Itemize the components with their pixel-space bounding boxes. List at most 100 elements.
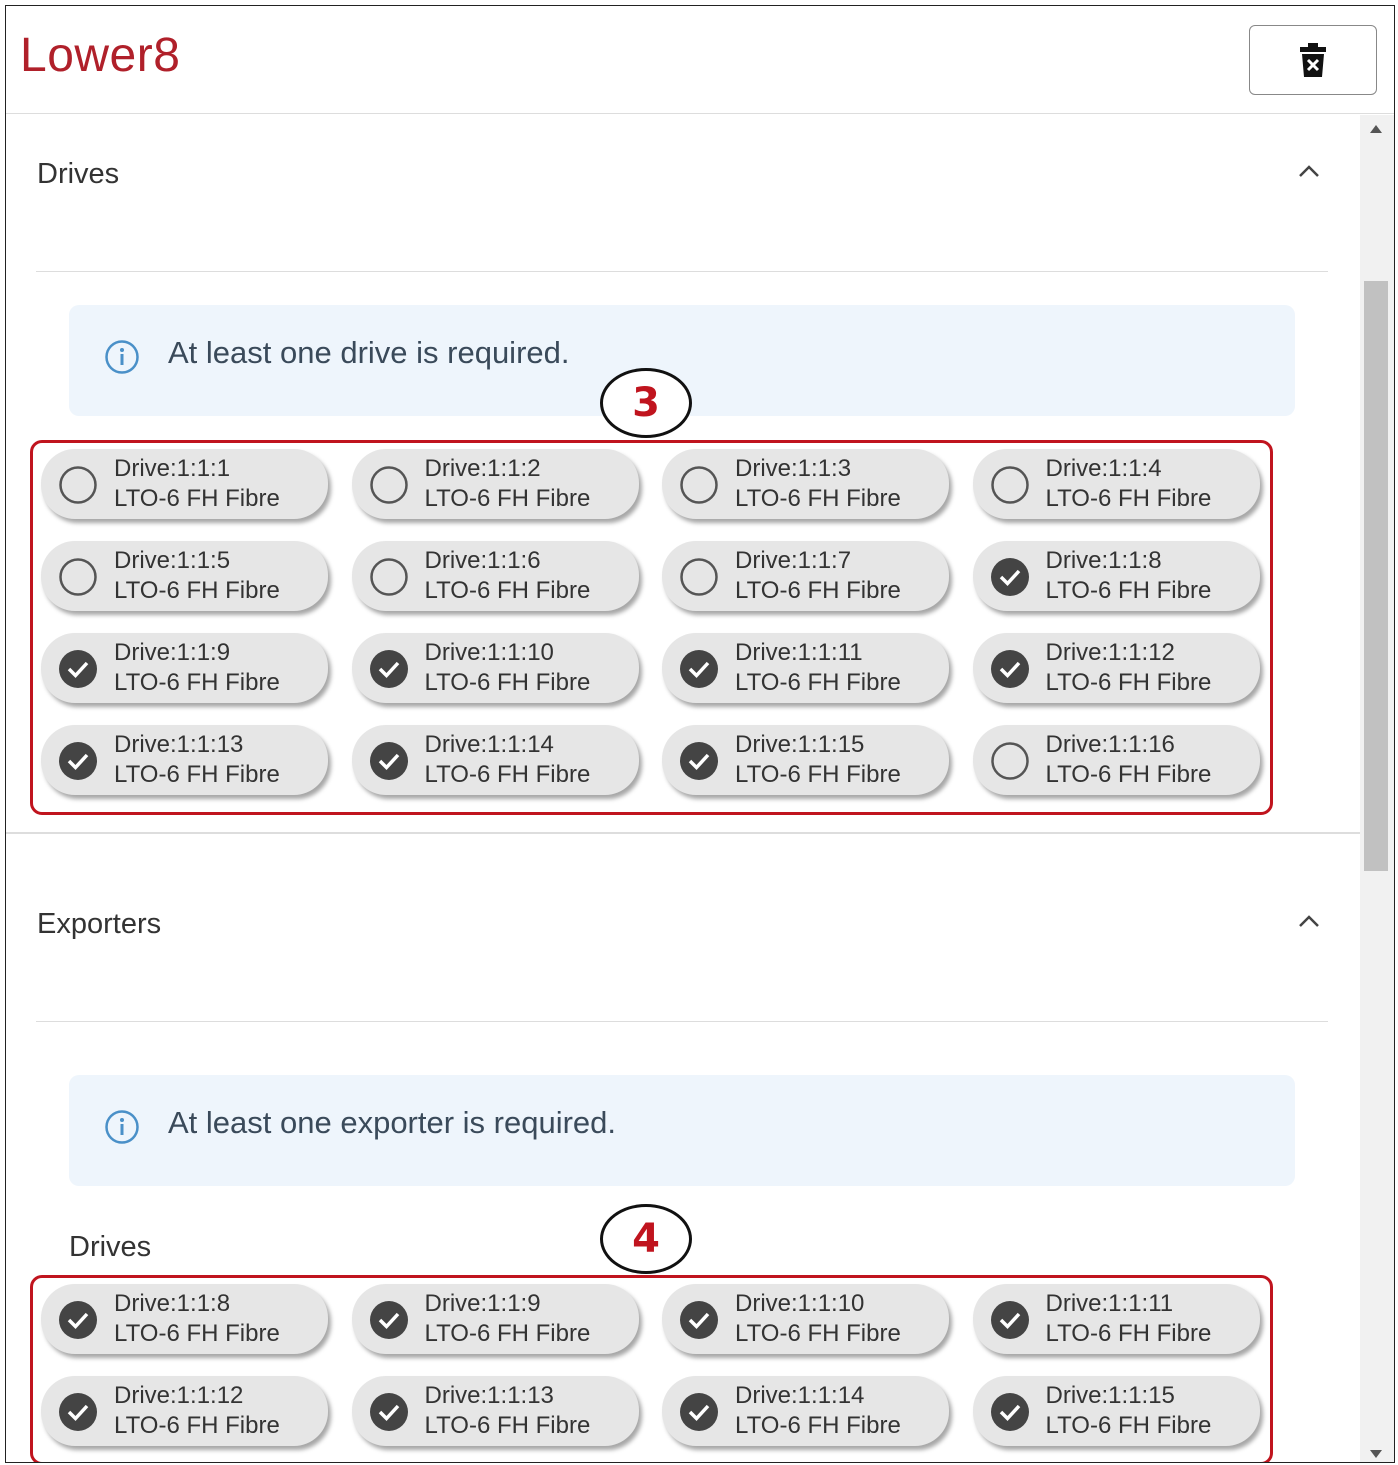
drive-type: LTO-6 FH Fibre <box>114 669 280 696</box>
drive-chip[interactable]: Drive:1:1:10 LTO-6 FH Fibre <box>351 633 639 703</box>
drive-type: LTO-6 FH Fibre <box>114 1320 280 1347</box>
drive-type: LTO-6 FH Fibre <box>424 761 591 788</box>
drive-chip[interactable]: Drive:1:1:6 LTO-6 FH Fibre <box>351 541 639 611</box>
drive-type: LTO-6 FH Fibre <box>1045 577 1212 604</box>
check-circle-icon <box>59 650 97 688</box>
drive-name: Drive:1:1:10 <box>735 1290 865 1317</box>
drive-chip[interactable]: Drive:1:1:15 LTO-6 FH Fibre <box>972 1376 1260 1446</box>
check-circle-icon <box>369 742 408 780</box>
drive-type: LTO-6 FH Fibre <box>735 761 901 788</box>
drive-chip[interactable]: Drive:1:1:11 LTO-6 FH Fibre <box>662 633 949 703</box>
chevron-up-icon[interactable] <box>1298 161 1320 183</box>
drive-chip[interactable]: Drive:1:1:1 LTO-6 FH Fibre <box>41 449 328 519</box>
empty-circle-icon <box>369 466 408 504</box>
drive-type: LTO-6 FH Fibre <box>114 577 280 604</box>
drive-type: LTO-6 FH Fibre <box>114 1412 280 1439</box>
drive-type: LTO-6 FH Fibre <box>735 669 901 696</box>
drive-chip[interactable]: Drive:1:1:16 LTO-6 FH Fibre <box>972 725 1260 795</box>
drive-chip[interactable]: Drive:1:1:9 LTO-6 FH Fibre <box>41 633 328 703</box>
check-circle-icon <box>59 1393 97 1431</box>
divider <box>36 1021 1328 1022</box>
scroll-down-arrow-icon[interactable] <box>1370 1450 1382 1458</box>
delete-button[interactable] <box>1249 25 1377 95</box>
drive-chip[interactable]: Drive:1:1:10 LTO-6 FH Fibre <box>662 1284 949 1354</box>
divider <box>36 271 1328 272</box>
scroll-content: Drives At least one drive is required. D… <box>6 115 1360 1462</box>
drive-type: LTO-6 FH Fibre <box>1045 1412 1212 1439</box>
check-circle-icon <box>680 650 718 688</box>
drive-chip[interactable]: Drive:1:1:5 LTO-6 FH Fibre <box>41 541 328 611</box>
panel: Lower8 Drives At least one drive is requ… <box>5 5 1395 1463</box>
drive-type: LTO-6 FH Fibre <box>114 761 280 788</box>
drive-name: Drive:1:1:1 <box>114 455 231 482</box>
drive-chip[interactable]: Drive:1:1:14 LTO-6 FH Fibre <box>662 1376 949 1446</box>
scroll-up-arrow-icon[interactable] <box>1370 125 1382 133</box>
drive-name: Drive:1:1:9 <box>114 639 231 666</box>
drive-name: Drive:1:1:13 <box>114 731 244 758</box>
drive-type: LTO-6 FH Fibre <box>424 1412 591 1439</box>
drive-type: LTO-6 FH Fibre <box>424 1320 591 1347</box>
drive-chip[interactable]: Drive:1:1:11 LTO-6 FH Fibre <box>972 1284 1260 1354</box>
trash-x-icon <box>1300 43 1326 77</box>
drive-name: Drive:1:1:9 <box>424 1290 541 1317</box>
drive-chip[interactable]: Drive:1:1:15 LTO-6 FH Fibre <box>662 725 949 795</box>
drive-chip[interactable]: Drive:1:1:9 LTO-6 FH Fibre <box>351 1284 639 1354</box>
chevron-up-icon[interactable] <box>1298 911 1320 933</box>
drive-name: Drive:1:1:8 <box>114 1290 231 1317</box>
check-circle-icon <box>59 742 97 780</box>
check-circle-icon <box>990 558 1029 596</box>
info-icon <box>105 340 139 374</box>
check-circle-icon <box>990 650 1029 688</box>
check-circle-icon <box>369 1301 408 1339</box>
drive-type: LTO-6 FH Fibre <box>114 485 280 512</box>
exporters-section-header[interactable]: Exporters <box>36 865 1328 965</box>
drive-chip[interactable]: Drive:1:1:12 LTO-6 FH Fibre <box>972 633 1260 703</box>
drive-type: LTO-6 FH Fibre <box>735 1320 901 1347</box>
empty-circle-icon <box>369 558 408 596</box>
exporters-info-box: At least one exporter is required. <box>69 1075 1295 1186</box>
drive-type: LTO-6 FH Fibre <box>424 669 591 696</box>
drive-name: Drive:1:1:5 <box>114 547 231 574</box>
drive-chip[interactable]: Drive:1:1:3 LTO-6 FH Fibre <box>662 449 949 519</box>
drive-chip[interactable]: Drive:1:1:7 LTO-6 FH Fibre <box>662 541 949 611</box>
drive-type: LTO-6 FH Fibre <box>1045 485 1212 512</box>
drive-chip[interactable]: Drive:1:1:8 LTO-6 FH Fibre <box>972 541 1260 611</box>
drive-name: Drive:1:1:7 <box>735 547 852 574</box>
drive-name: Drive:1:1:14 <box>735 1382 865 1409</box>
check-circle-icon <box>369 650 408 688</box>
scroll-thumb[interactable] <box>1364 281 1388 871</box>
drives-selection-box: Drive:1:1:1 LTO-6 FH Fibre Drive:1:1:2 LTO-… <box>30 440 1273 815</box>
drive-chip[interactable]: Drive:1:1:13 LTO-6 FH Fibre <box>41 725 328 795</box>
drives-section-header[interactable]: Drives <box>36 115 1328 215</box>
check-circle-icon <box>680 1393 718 1431</box>
drive-name: Drive:1:1:13 <box>424 1382 554 1409</box>
drive-type: LTO-6 FH Fibre <box>424 485 591 512</box>
empty-circle-icon <box>990 466 1029 504</box>
scrollbar[interactable] <box>1360 115 1394 1462</box>
drive-type: LTO-6 FH Fibre <box>424 577 591 604</box>
drive-chip[interactable]: Drive:1:1:13 LTO-6 FH Fibre <box>351 1376 639 1446</box>
drive-chip[interactable]: Drive:1:1:8 LTO-6 FH Fibre <box>41 1284 328 1354</box>
check-circle-icon <box>990 1301 1029 1339</box>
drive-name: Drive:1:1:12 <box>114 1382 244 1409</box>
annotation-marker-4: 4 <box>600 1204 692 1274</box>
drive-chip[interactable]: Drive:1:1:2 LTO-6 FH Fibre <box>351 449 639 519</box>
drive-name: Drive:1:1:16 <box>1045 731 1175 758</box>
drive-type: LTO-6 FH Fibre <box>735 1412 901 1439</box>
check-circle-icon <box>680 742 718 780</box>
drive-name: Drive:1:1:6 <box>424 547 541 574</box>
page-title: Lower8 <box>20 29 181 82</box>
empty-circle-icon <box>990 742 1029 780</box>
drive-name: Drive:1:1:8 <box>1045 547 1162 574</box>
drive-chip[interactable]: Drive:1:1:14 LTO-6 FH Fibre <box>351 725 639 795</box>
drive-name: Drive:1:1:4 <box>1045 455 1162 482</box>
drive-chip[interactable]: Drive:1:1:4 LTO-6 FH Fibre <box>972 449 1260 519</box>
drive-type: LTO-6 FH Fibre <box>1045 669 1212 696</box>
empty-circle-icon <box>680 558 718 596</box>
drive-type: LTO-6 FH Fibre <box>1045 761 1212 788</box>
drive-chip[interactable]: Drive:1:1:12 LTO-6 FH Fibre <box>41 1376 328 1446</box>
drive-name: Drive:1:1:15 <box>735 731 865 758</box>
check-circle-icon <box>59 1301 97 1339</box>
empty-circle-icon <box>59 466 97 504</box>
exporters-info-text: At least one exporter is required. <box>168 1105 617 1140</box>
